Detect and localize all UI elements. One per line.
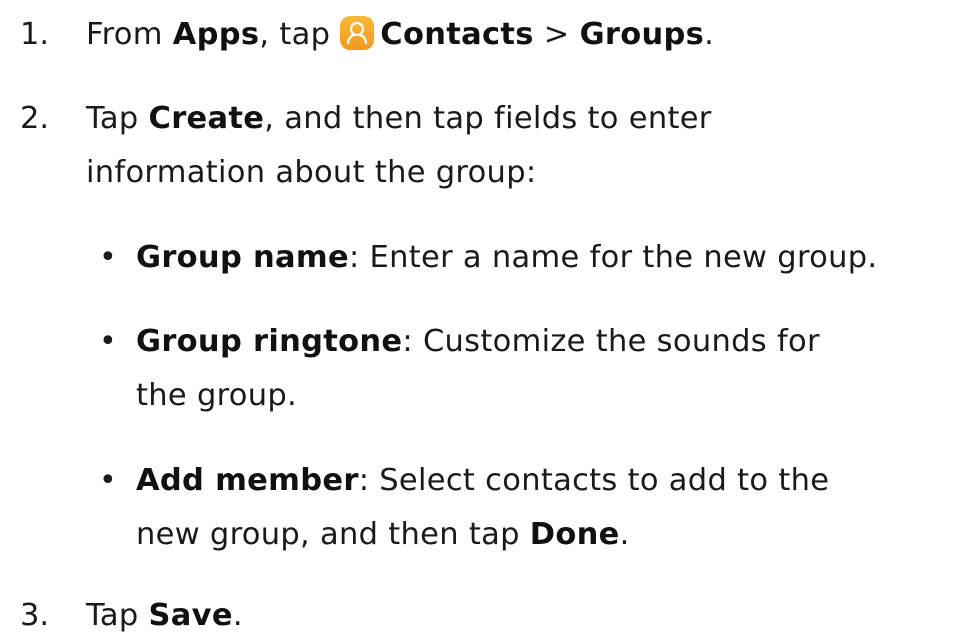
step-2-rest: , and then tap fields to enter (264, 101, 712, 136)
step-2-prefix: Tap (86, 101, 149, 136)
bullet-2-line-2: the group. (136, 378, 298, 413)
bullet-2-desc: : Customize the sounds for (402, 324, 820, 359)
step-1-tap: , tap (259, 17, 341, 52)
step-2-line-1: Tap Create, and then tap fields to enter (86, 99, 712, 139)
bullet-3-line-1: Add member: Select contacts to add to th… (136, 461, 829, 501)
bullet-2-line-1: Group ringtone: Customize the sounds for (136, 322, 820, 362)
instruction-document: 1. From Apps, tap Contacts > Groups. 2. … (0, 0, 953, 640)
bullet-2-symbol: • (99, 324, 117, 359)
contacts-app-icon (340, 16, 375, 50)
step-3-end: . (232, 598, 243, 633)
step-1-prefix: From (86, 17, 173, 52)
group-name-term: Group name (136, 240, 349, 275)
contacts-term: Contacts (380, 17, 534, 52)
done-term: Done (529, 517, 620, 552)
add-member-term: Add member (136, 463, 359, 498)
step-2-line-2: information about the group: (86, 155, 537, 190)
save-term: Save (148, 598, 233, 633)
groups-term: Groups (579, 17, 705, 52)
create-term: Create (148, 101, 265, 136)
step-3-text: Tap Save. (86, 596, 243, 636)
step-3-prefix: Tap (86, 598, 149, 633)
bullet-3-desc: : Select contacts to add to the (358, 463, 830, 498)
step-1-separator: > (533, 17, 580, 52)
bullet-3-end: . (619, 517, 630, 552)
bullet-1-line-1: Group name: Enter a name for the new gro… (136, 238, 877, 278)
step-1-end: . (704, 17, 715, 52)
group-ringtone-term: Group ringtone (136, 324, 403, 359)
bullet-3-symbol: • (99, 463, 117, 498)
step-2-number: 2. (20, 101, 50, 136)
apps-term: Apps (172, 17, 260, 52)
step-3-number: 3. (20, 598, 50, 633)
bullet-1-desc: : Enter a name for the new group. (348, 240, 878, 275)
bullet-1-symbol: • (99, 240, 117, 275)
step-1-text: From Apps, tap Contacts > Groups. (86, 15, 714, 55)
step-1-number: 1. (20, 17, 50, 52)
bullet-3-desc-line-2: new group, and then tap (136, 517, 530, 552)
bullet-3-line-2: new group, and then tap Done. (136, 515, 630, 555)
